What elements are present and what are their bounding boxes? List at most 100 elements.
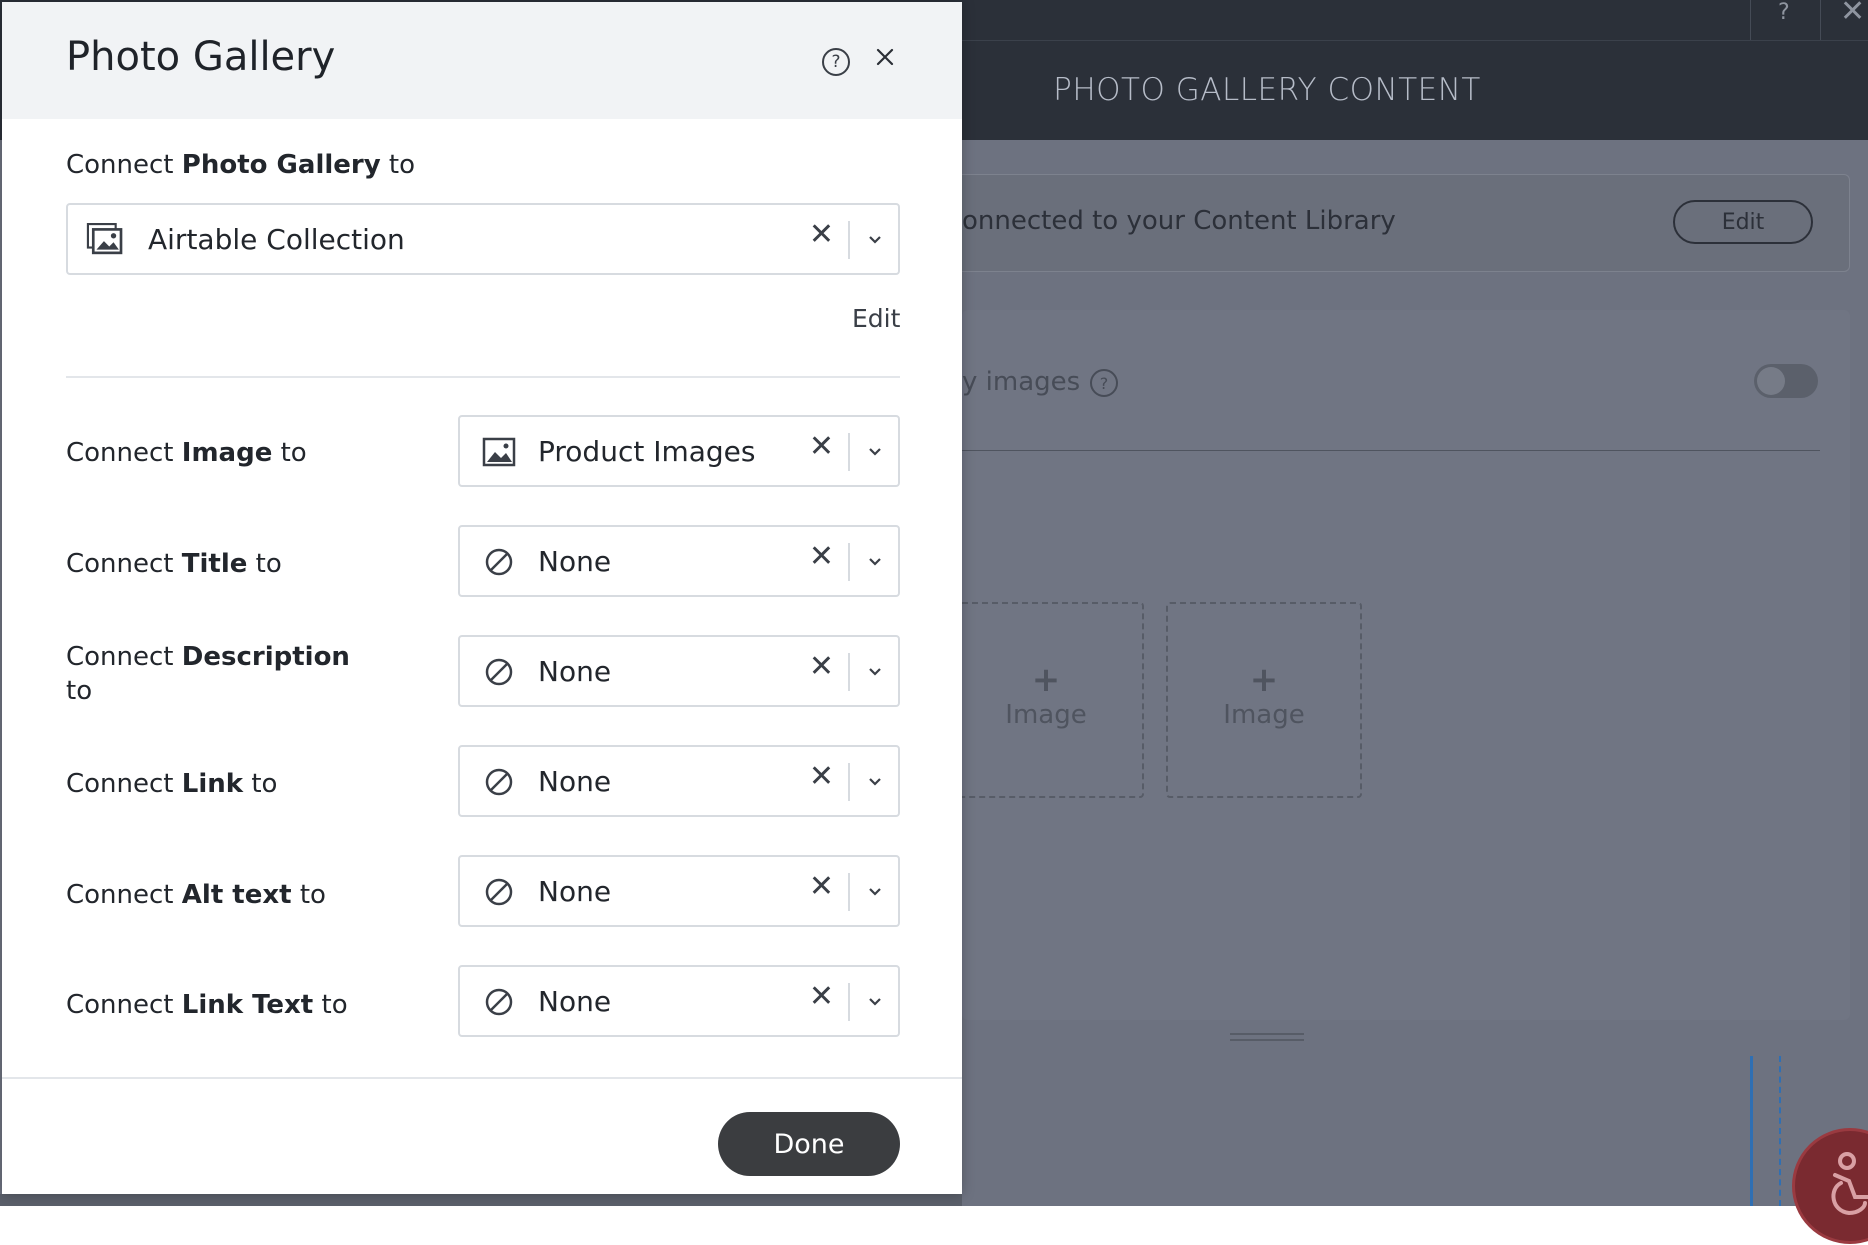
dialog-title: Photo Gallery bbox=[66, 34, 336, 80]
done-button[interactable]: Done bbox=[718, 1112, 900, 1176]
clear-icon[interactable]: ✕ bbox=[809, 979, 834, 1014]
connect-title-label: Connect Title to bbox=[66, 547, 282, 581]
chevron-down-icon[interactable] bbox=[868, 447, 882, 457]
gallery-images-help-icon[interactable]: ? bbox=[1090, 369, 1118, 397]
label-prefix: Connect bbox=[66, 769, 182, 799]
title-field-value: None bbox=[538, 545, 612, 578]
accessibility-icon[interactable] bbox=[1792, 1128, 1868, 1244]
label-prefix: Connect bbox=[66, 438, 182, 468]
link-text-field-dropdown[interactable]: None ✕ bbox=[458, 965, 900, 1037]
header-divider bbox=[1750, 0, 1751, 40]
dropdown-separator bbox=[848, 763, 850, 801]
add-image-label: Image bbox=[1223, 700, 1305, 730]
canvas-bottom-strip bbox=[0, 1194, 962, 1206]
help-icon[interactable]: ? bbox=[822, 48, 850, 76]
resize-handle[interactable] bbox=[1230, 1033, 1304, 1041]
label-suffix: to bbox=[272, 438, 307, 468]
alt-text-field-value: None bbox=[538, 875, 612, 908]
panel-close-icon[interactable]: ✕ bbox=[1840, 0, 1865, 29]
image-field-value: Product Images bbox=[538, 435, 756, 468]
clear-icon[interactable]: ✕ bbox=[809, 217, 834, 252]
content-library-edit-button[interactable]: Edit bbox=[1673, 200, 1813, 244]
connect-gallery-label: Connect Photo Gallery to bbox=[66, 150, 415, 180]
gallery-images-toggle[interactable] bbox=[1754, 364, 1818, 398]
link-text-field-value: None bbox=[538, 985, 612, 1018]
chevron-down-icon[interactable] bbox=[868, 887, 882, 897]
label-suffix: to bbox=[243, 769, 278, 799]
chevron-down-icon[interactable] bbox=[868, 557, 882, 567]
collection-dropdown[interactable]: Airtable Collection ✕ bbox=[66, 203, 900, 275]
label-bold: Alt text bbox=[181, 880, 292, 910]
label-prefix: Connect bbox=[66, 549, 182, 579]
label-bold: Title bbox=[181, 549, 248, 579]
connect-description-label: Connect Description to bbox=[66, 640, 366, 708]
title-field-dropdown[interactable]: None ✕ bbox=[458, 525, 900, 597]
chevron-down-icon[interactable] bbox=[868, 235, 882, 245]
dropdown-separator bbox=[848, 433, 850, 471]
clear-icon[interactable]: ✕ bbox=[809, 759, 834, 794]
header-separator bbox=[962, 40, 1868, 41]
content-library-text: onnected to your Content Library bbox=[962, 206, 1396, 236]
label-prefix: Connect bbox=[66, 990, 182, 1020]
none-icon bbox=[485, 658, 513, 686]
gallery-divider bbox=[962, 450, 1820, 451]
link-field-dropdown[interactable]: None ✕ bbox=[458, 745, 900, 817]
connect-image-label: Connect Image to bbox=[66, 436, 307, 470]
panel-title: PHOTO GALLERY CONTENT bbox=[1053, 72, 1481, 108]
chevron-down-icon[interactable] bbox=[868, 777, 882, 787]
dropdown-separator bbox=[848, 653, 850, 691]
connect-alt-text-label: Connect Alt text to bbox=[66, 878, 326, 912]
label-suffix: to bbox=[291, 880, 326, 910]
link-field-value: None bbox=[538, 765, 612, 798]
collection-icon bbox=[86, 223, 123, 255]
add-image-slot[interactable]: + Image bbox=[1166, 602, 1362, 798]
label-suffix: to bbox=[380, 150, 416, 180]
label-bold: Photo Gallery bbox=[181, 150, 381, 180]
plus-icon: + bbox=[1249, 660, 1279, 700]
connect-link-text-label: Connect Link Text to bbox=[66, 988, 348, 1022]
description-field-dropdown[interactable]: None ✕ bbox=[458, 635, 900, 707]
dropdown-separator bbox=[848, 221, 850, 259]
image-field-dropdown[interactable]: Product Images ✕ bbox=[458, 415, 900, 487]
clear-icon[interactable]: ✕ bbox=[809, 539, 834, 574]
guide-line bbox=[1750, 1056, 1753, 1206]
dropdown-separator bbox=[848, 543, 850, 581]
plus-icon: + bbox=[1031, 660, 1061, 700]
none-icon bbox=[485, 878, 513, 906]
close-icon[interactable] bbox=[870, 42, 900, 72]
none-icon bbox=[485, 768, 513, 796]
label-prefix: Connect bbox=[66, 642, 182, 672]
gallery-images-label: y images bbox=[962, 367, 1081, 397]
connect-link-label: Connect Link to bbox=[66, 767, 277, 801]
add-image-slot[interactable]: + Image bbox=[948, 602, 1144, 798]
section-divider bbox=[66, 376, 900, 378]
clear-icon[interactable]: ✕ bbox=[809, 429, 834, 464]
dropdown-separator bbox=[848, 983, 850, 1021]
dropdown-separator bbox=[848, 873, 850, 911]
alt-text-field-dropdown[interactable]: None ✕ bbox=[458, 855, 900, 927]
label-bold: Description bbox=[181, 642, 350, 672]
label-prefix: Connect bbox=[66, 150, 182, 180]
footer-divider bbox=[2, 1077, 962, 1079]
label-suffix: to bbox=[247, 549, 282, 579]
label-prefix: Connect bbox=[66, 880, 182, 910]
panel-help-icon[interactable]: ? bbox=[1778, 0, 1790, 25]
add-image-label: Image bbox=[1005, 700, 1087, 730]
clear-icon[interactable]: ✕ bbox=[809, 869, 834, 904]
label-bold: Link bbox=[181, 769, 244, 799]
clear-icon[interactable]: ✕ bbox=[809, 649, 834, 684]
edit-collection-link[interactable]: Edit bbox=[852, 304, 900, 333]
photo-gallery-dialog: Photo Gallery ? Connect Photo Gallery to… bbox=[2, 2, 962, 1194]
label-suffix: to bbox=[313, 990, 348, 1020]
chevron-down-icon[interactable] bbox=[868, 667, 882, 677]
none-icon bbox=[485, 988, 513, 1016]
label-suffix: to bbox=[66, 676, 93, 706]
collection-value: Airtable Collection bbox=[148, 223, 405, 256]
dialog-header: Photo Gallery ? bbox=[2, 2, 962, 119]
chevron-down-icon[interactable] bbox=[868, 997, 882, 1007]
none-icon bbox=[485, 548, 513, 576]
header-divider bbox=[1820, 0, 1821, 40]
description-field-value: None bbox=[538, 655, 612, 688]
label-bold: Image bbox=[181, 438, 273, 468]
guide-line-dashed bbox=[1779, 1056, 1781, 1206]
